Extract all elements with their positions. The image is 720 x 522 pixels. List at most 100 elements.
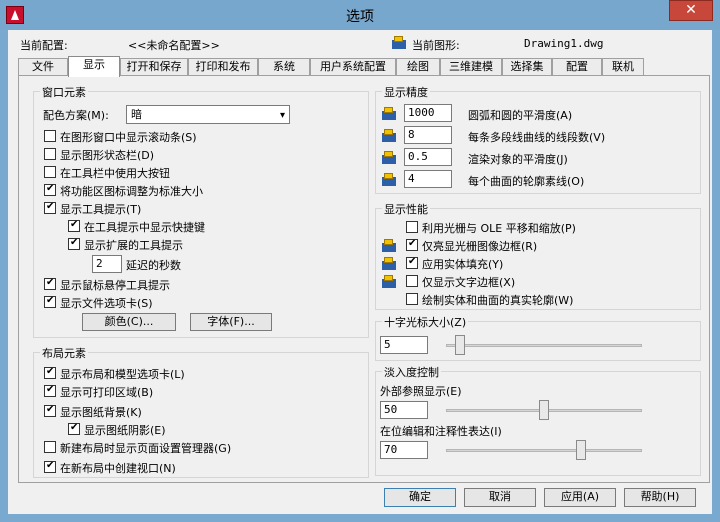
current-profile-label: 当前配置:: [20, 39, 68, 52]
checkbox-paper-background[interactable]: [44, 404, 56, 417]
checkbox-show-scrollbars[interactable]: [44, 130, 56, 142]
color-scheme-value: 暗: [131, 108, 142, 121]
tab-online[interactable]: 联机: [602, 58, 644, 76]
label-highlight-raster-frame: 仅亮显光栅图像边框(R): [422, 240, 538, 253]
label-extended-tooltips: 显示扩展的工具提示: [84, 239, 183, 252]
fade-control-title: 淡入度控制: [382, 364, 441, 380]
checkbox-raster-ole-pan-zoom[interactable]: [406, 221, 418, 233]
inplace-edit-slider-thumb[interactable]: [576, 440, 587, 460]
arc-smoothness-input[interactable]: 1000: [404, 104, 452, 122]
crosshair-size-input[interactable]: 5: [380, 336, 428, 354]
drawing-icon: [392, 36, 406, 49]
checkbox-printable-area[interactable]: [44, 384, 56, 397]
label-show-tooltips: 显示工具提示(T): [60, 203, 142, 216]
checkbox-rollover-tooltips[interactable]: [44, 277, 56, 290]
tab-open-save[interactable]: 打开和保存: [120, 58, 188, 76]
drawing-saved-icon: [382, 239, 396, 252]
crosshair-size-title: 十字光标大小(Z): [382, 314, 469, 330]
tab-files[interactable]: 文件: [18, 58, 68, 76]
fade-control-group: 淡入度控制 外部参照显示(E) 50 在位编辑和注释性表达(I) 70: [375, 364, 701, 476]
inplace-edit-input[interactable]: 70: [380, 441, 428, 459]
checkbox-paper-shadow[interactable]: [68, 422, 80, 435]
label-contour-lines: 每个曲面的轮廓素线(O): [468, 175, 585, 188]
checkbox-large-buttons[interactable]: [44, 166, 56, 178]
color-scheme-select[interactable]: 暗 ▾: [126, 105, 290, 124]
label-page-setup-manager: 新建布局时显示页面设置管理器(G): [60, 442, 232, 455]
tab-display[interactable]: 显示: [68, 56, 120, 77]
layout-elements-title: 布局元素: [40, 345, 88, 361]
display-performance-title: 显示性能: [382, 201, 430, 217]
help-button[interactable]: 帮助(H): [624, 488, 696, 507]
drawing-saved-icon: [382, 151, 396, 164]
checkbox-layout-model-tabs[interactable]: [44, 366, 56, 379]
label-text-boundary: 仅显示文字边框(X): [422, 276, 516, 289]
xref-display-input[interactable]: 50: [380, 401, 428, 419]
ok-button[interactable]: 确定: [384, 488, 456, 507]
label-solid-fill: 应用实体填充(Y): [422, 258, 504, 271]
label-xref-display: 外部参照显示(E): [380, 385, 462, 398]
display-resolution-group: 显示精度 1000 圆弧和圆的平滑度(A) 8 每条多段线曲线的线段数(V) 0…: [375, 84, 701, 194]
contour-lines-input[interactable]: 4: [404, 170, 452, 188]
checkbox-file-tabs[interactable]: [44, 295, 56, 308]
label-delay-seconds: 延迟的秒数: [126, 259, 181, 272]
layout-elements-group: 布局元素 显示布局和模型选项卡(L) 显示可打印区域(B) 显示图纸背景(K) …: [33, 345, 369, 478]
display-tab-panel: 窗口元素 配色方案(M): 暗 ▾ 在图形窗口中显示滚动条(S) 显示图形状态栏…: [18, 75, 710, 483]
display-resolution-title: 显示精度: [382, 84, 430, 100]
tab-strip: 文件 显示 打开和保存 打印和发布 系统 用户系统配置 绘图 三维建模 选择集 …: [18, 56, 708, 77]
label-paper-background: 显示图纸背景(K): [60, 406, 142, 419]
cancel-button[interactable]: 取消: [464, 488, 536, 507]
tab-selection[interactable]: 选择集: [502, 58, 552, 76]
window-title: 选项: [346, 9, 374, 25]
label-layout-model-tabs: 显示布局和模型选项卡(L): [60, 368, 185, 381]
label-polyline-segments: 每条多段线曲线的线段数(V): [468, 131, 606, 144]
window-elements-title: 窗口元素: [40, 84, 88, 100]
apply-button[interactable]: 应用(A): [544, 488, 616, 507]
checkbox-create-viewport[interactable]: [44, 460, 56, 473]
tab-profiles[interactable]: 配置: [552, 58, 602, 76]
current-profile-value: <<未命名配置>>: [128, 39, 220, 52]
polyline-segments-input[interactable]: 8: [404, 126, 452, 144]
checkbox-true-silhouettes[interactable]: [406, 293, 418, 305]
xref-display-slider-thumb[interactable]: [539, 400, 549, 420]
tab-drafting[interactable]: 绘图: [396, 58, 440, 76]
checkbox-show-tooltips[interactable]: [44, 201, 56, 214]
checkbox-page-setup-manager[interactable]: [44, 441, 56, 453]
label-file-tabs: 显示文件选项卡(S): [60, 297, 153, 310]
delay-seconds-input[interactable]: 2: [92, 255, 122, 273]
label-large-buttons: 在工具栏中使用大按钮: [60, 167, 170, 180]
tab-3d-modeling[interactable]: 三维建模: [440, 58, 502, 76]
drawing-saved-icon: [382, 173, 396, 186]
label-arc-smoothness: 圆弧和圆的平滑度(A): [468, 109, 573, 122]
checkbox-extended-tooltips[interactable]: [68, 237, 80, 250]
checkbox-shortcut-keys-in-tooltips[interactable]: [68, 219, 80, 232]
checkbox-resize-ribbon-icons[interactable]: [44, 183, 56, 196]
window-elements-group: 窗口元素 配色方案(M): 暗 ▾ 在图形窗口中显示滚动条(S) 显示图形状态栏…: [33, 84, 369, 338]
label-show-scrollbars: 在图形窗口中显示滚动条(S): [60, 131, 197, 144]
tab-system[interactable]: 系统: [258, 58, 310, 76]
label-shortcut-keys-in-tooltips: 在工具提示中显示快捷键: [84, 221, 205, 234]
close-button[interactable]: ✕: [669, 0, 713, 21]
drawing-saved-icon: [382, 257, 396, 270]
inplace-edit-slider-track[interactable]: [446, 449, 642, 452]
checkbox-solid-fill[interactable]: [406, 256, 418, 269]
tab-plot-publish[interactable]: 打印和发布: [188, 58, 258, 76]
crosshair-size-slider-thumb[interactable]: [455, 335, 466, 355]
label-printable-area: 显示可打印区域(B): [60, 386, 154, 399]
checkbox-drawing-status-bar[interactable]: [44, 148, 56, 160]
current-drawing-label: 当前图形:: [412, 39, 460, 52]
label-true-silhouettes: 绘制实体和曲面的真实轮廓(W): [422, 294, 574, 307]
current-drawing-value: Drawing1.dwg: [524, 37, 604, 50]
drawing-saved-icon: [382, 129, 396, 142]
dialog-body: 当前配置: <<未命名配置>> 当前图形: Drawing1.dwg 文件 显示…: [8, 30, 712, 514]
checkbox-text-boundary[interactable]: [406, 275, 418, 287]
display-performance-group: 显示性能 利用光栅与 OLE 平移和缩放(P) 仅亮显光栅图像边框(R) 应用实…: [375, 201, 701, 310]
colors-button[interactable]: 颜色(C)...: [82, 313, 176, 331]
label-resize-ribbon-icons: 将功能区图标调整为标准大小: [60, 185, 203, 198]
checkbox-highlight-raster-frame[interactable]: [406, 238, 418, 251]
label-inplace-edit: 在位编辑和注释性表达(I): [380, 425, 502, 438]
tab-user-preferences[interactable]: 用户系统配置: [310, 58, 396, 76]
label-raster-ole-pan-zoom: 利用光栅与 OLE 平移和缩放(P): [422, 222, 576, 235]
fonts-button[interactable]: 字体(F)...: [190, 313, 272, 331]
crosshair-size-slider-track[interactable]: [446, 344, 642, 347]
render-smoothness-input[interactable]: 0.5: [404, 148, 452, 166]
